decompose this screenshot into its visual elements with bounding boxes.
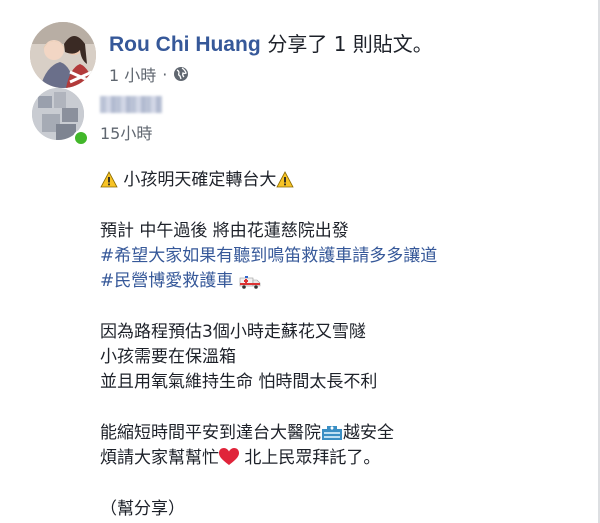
heart-icon [219, 448, 239, 465]
online-status-dot [73, 130, 89, 146]
post-line: （幫分享） [100, 499, 185, 519]
post-line: 小孩明天確定轉台大 [100, 168, 570, 193]
post-line-text: 煩請大家幫幫忙 [100, 448, 219, 468]
post-line: 並且用氧氣維持生命 怕時間太長不利 [100, 372, 378, 392]
post-body: 小孩明天確定轉台大 預計 中午過後 將由花蓮慈院出發 #希望大家如果有聽到鳴笛救… [100, 168, 570, 522]
hashtag-link[interactable]: #民營博愛救護車 [100, 271, 233, 291]
shared-post-time[interactable]: 15小時 [100, 120, 152, 144]
post-line-text: 小孩明天確定轉台大 [123, 170, 277, 190]
post-line-text: 北上民眾拜託了。 [244, 448, 381, 468]
post-line: #民營博愛救護車 [100, 269, 570, 294]
post-line: 煩請大家幫幫忙 北上民眾拜託了。 [100, 446, 570, 471]
warning-icon [276, 171, 295, 188]
author-avatar[interactable] [30, 22, 96, 88]
author-name[interactable]: Rou Chi Huang [109, 33, 261, 56]
post-time[interactable]: 1 小時 [109, 62, 156, 86]
hospital-icon [322, 426, 342, 440]
globe-icon[interactable] [173, 66, 189, 82]
meta-separator: · [162, 64, 168, 84]
author-line: Rou Chi Huang 分享了 1 則貼文。 [109, 28, 433, 57]
post-line: 小孩需要在保溫箱 [100, 347, 236, 367]
shared-text: 分享了 1 則貼文。 [267, 32, 433, 56]
post-meta: 1 小時 · [109, 62, 189, 86]
post-line: 預計 中午過後 將由花蓮慈院出發 [100, 221, 349, 241]
warning-icon [100, 171, 118, 188]
post-line: 能縮短時間平安到達台大醫院 越安全 [100, 421, 570, 446]
shared-author-name-blurred[interactable] [100, 96, 162, 113]
post-line: 因為路程預估3個小時走蘇花又雪隧 [100, 322, 366, 342]
ambulance-icon [239, 276, 260, 289]
post-header: Rou Chi Huang 分享了 1 則貼文。 1 小時 · [30, 22, 590, 88]
hashtag-link[interactable]: #希望大家如果有聽到鳴笛救護車請多多讓道 [100, 244, 570, 269]
post-line-text: 越安全 [343, 423, 394, 443]
post-line-text: 能縮短時間平安到達台大醫院 [100, 423, 321, 443]
